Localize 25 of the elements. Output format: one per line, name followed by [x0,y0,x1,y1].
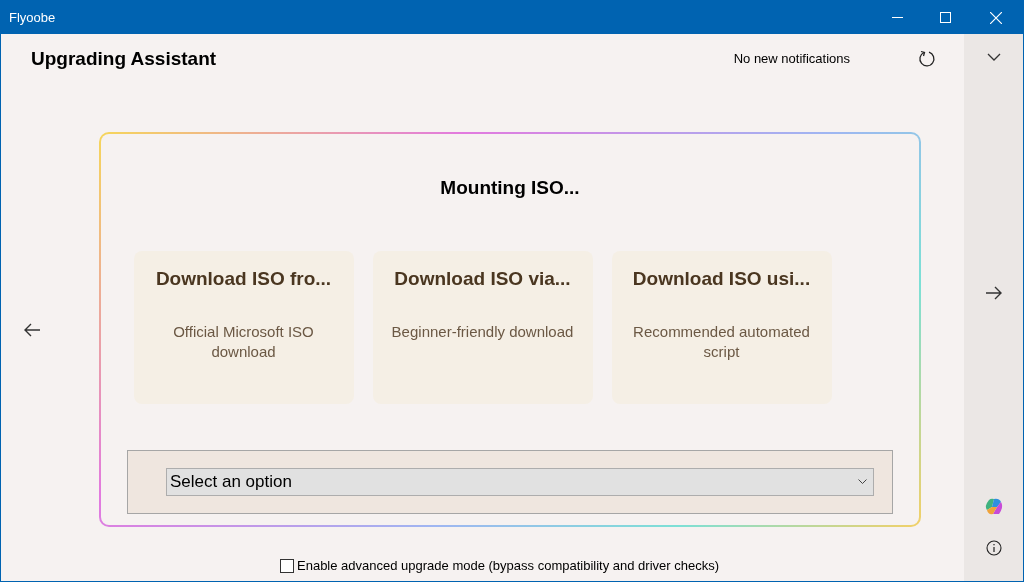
checkbox[interactable] [280,558,294,573]
chevron-down-icon[interactable] [986,53,1001,61]
card-title: Download ISO usi... [632,266,811,291]
card-description: Beginner-friendly download [390,322,575,342]
minimize-icon[interactable] [891,16,903,19]
info-icon[interactable] [985,540,1002,556]
window-title: Flyoobe [9,8,57,27]
card-description: Official Microsoft ISO download [172,322,315,362]
card-title: Download ISO via... [394,266,571,291]
status-heading: Mounting ISO... [440,176,580,200]
card-description: Recommended automated script [632,322,811,362]
back-arrow-icon[interactable] [23,322,41,337]
option-card[interactable]: Download ISO fro... Official Microsoft ISO download [133,250,354,404]
card-title: Download ISO fro... [155,266,332,291]
notification-text: No new notifications [733,50,850,69]
forward-arrow-icon[interactable] [984,286,1003,300]
option-card[interactable]: Download ISO via... Beginner-friendly download [372,250,593,404]
maximize-icon[interactable] [939,12,951,23]
checkbox-label: Enable advanced upgrade mode (bypass compatibility and driver checks) [297,557,719,575]
select-dropdown[interactable]: Select an option [166,467,874,496]
close-icon[interactable] [990,11,1002,24]
option-card[interactable]: Download ISO usi... Recommended automated script [611,250,832,404]
page-title: Upgrading Assistant [31,46,218,71]
refresh-icon[interactable] [918,50,936,68]
caret-icon [858,479,867,484]
